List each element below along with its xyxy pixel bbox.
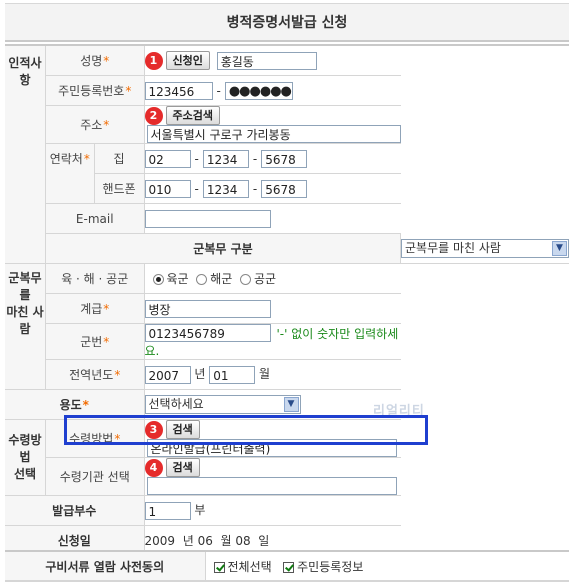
- rrn-label: 주민등록번호*: [45, 75, 145, 106]
- home-phone-label: 집: [94, 143, 145, 174]
- email-label: E-mail: [45, 203, 145, 234]
- address-search-button[interactable]: 주소검색: [165, 106, 220, 125]
- rrn-info-label: 주민등록정보: [297, 559, 364, 574]
- home-phone-last[interactable]: 5678: [261, 149, 308, 168]
- receive-org-input[interactable]: [146, 477, 397, 495]
- section-receive: 수령방법 선택: [5, 419, 46, 496]
- branch-airforce-radio[interactable]: [239, 274, 251, 285]
- branch-navy-label: 해군: [210, 272, 233, 286]
- branch-army-radio[interactable]: [152, 274, 164, 285]
- consent-row: 구비서류 열람 사전동의 전체선택 주민등록정보: [5, 550, 569, 582]
- branch-airforce-label: 공군: [253, 272, 277, 286]
- purpose-select[interactable]: 선택하세요 ▼: [144, 395, 301, 414]
- receive-method-search-button[interactable]: 검색: [165, 420, 200, 439]
- step-4-badge: 4: [144, 458, 163, 477]
- address-input[interactable]: 서울특별시 구로구 가리봉동: [146, 125, 401, 143]
- discharge-label: 전역년도*: [45, 359, 145, 390]
- name-input[interactable]: 홍길동: [216, 51, 317, 70]
- discharge-month-input[interactable]: 01: [209, 365, 256, 384]
- mobile-phone-prefix[interactable]: 010: [144, 179, 191, 198]
- mobile-phone-last[interactable]: 5678: [261, 179, 308, 198]
- serial-input[interactable]: 0123456789: [144, 324, 271, 342]
- select-all-label: 전체선택: [227, 559, 272, 574]
- service-type-select[interactable]: 군복무를 마친 사람 ▼: [401, 238, 569, 258]
- year-unit: 년: [194, 367, 206, 382]
- copies-unit: 부: [194, 503, 206, 518]
- rrn-first-input[interactable]: 123456: [144, 81, 213, 100]
- copies-label: 발급부수: [5, 495, 145, 526]
- month-unit: 월: [259, 367, 271, 382]
- purpose-label: 용도*: [5, 389, 145, 420]
- applicant-button[interactable]: 신청인: [165, 51, 210, 70]
- receive-org-search-button[interactable]: 검색: [165, 458, 200, 477]
- rrn-info-checkbox[interactable]: [283, 561, 295, 573]
- contact-label: 연락처*: [45, 143, 95, 204]
- step-3-badge: 3: [144, 420, 163, 439]
- receive-method-input[interactable]: 온라인발급(프린터출력): [146, 439, 397, 457]
- branch-label: 육 · 해 · 공군: [45, 263, 145, 294]
- mobile-phone-middle[interactable]: 1234: [202, 179, 249, 198]
- application-form: 인적사항 성명* 1 신청인 홍길동 주민등록번호* 123456- ●●●●●● …: [5, 44, 569, 556]
- rank-label: 계급*: [45, 293, 145, 324]
- serial-label: 군번*: [45, 323, 145, 360]
- discharge-year-input[interactable]: 2007: [144, 365, 191, 384]
- home-phone-area[interactable]: 02: [144, 149, 191, 168]
- receive-method-label: 수령방법*: [45, 419, 145, 458]
- consent-label: 구비서류 열람 사전동의: [5, 552, 206, 581]
- name-label: 성명*: [45, 46, 145, 76]
- chevron-down-icon: ▼: [283, 397, 299, 412]
- rank-input[interactable]: 병장: [144, 299, 271, 318]
- step-2-badge: 2: [144, 106, 163, 125]
- chevron-down-icon: ▼: [552, 240, 567, 256]
- mobile-phone-label: 핸드폰: [94, 173, 145, 204]
- home-phone-middle[interactable]: 1234: [202, 149, 249, 168]
- branch-navy-radio[interactable]: [196, 274, 208, 285]
- watermark-text: 리얼리티: [373, 404, 425, 419]
- receive-org-label: 수령기관 선택: [45, 457, 145, 496]
- rrn-second-input[interactable]: ●●●●●●: [224, 81, 293, 100]
- step-1-badge: 1: [144, 51, 163, 70]
- select-all-checkbox[interactable]: [213, 561, 225, 573]
- copies-input[interactable]: 1: [144, 501, 191, 520]
- service-type-label: 군복무 구분: [45, 233, 402, 264]
- section-completed-service: 군복무를 마친 사람: [5, 263, 46, 390]
- branch-army-label: 육군: [166, 272, 189, 286]
- email-input[interactable]: [144, 209, 271, 228]
- section-personal: 인적사항: [5, 46, 46, 264]
- page-title: 병적증명서발급 신청: [5, 3, 569, 42]
- address-label: 주소*: [45, 105, 145, 144]
